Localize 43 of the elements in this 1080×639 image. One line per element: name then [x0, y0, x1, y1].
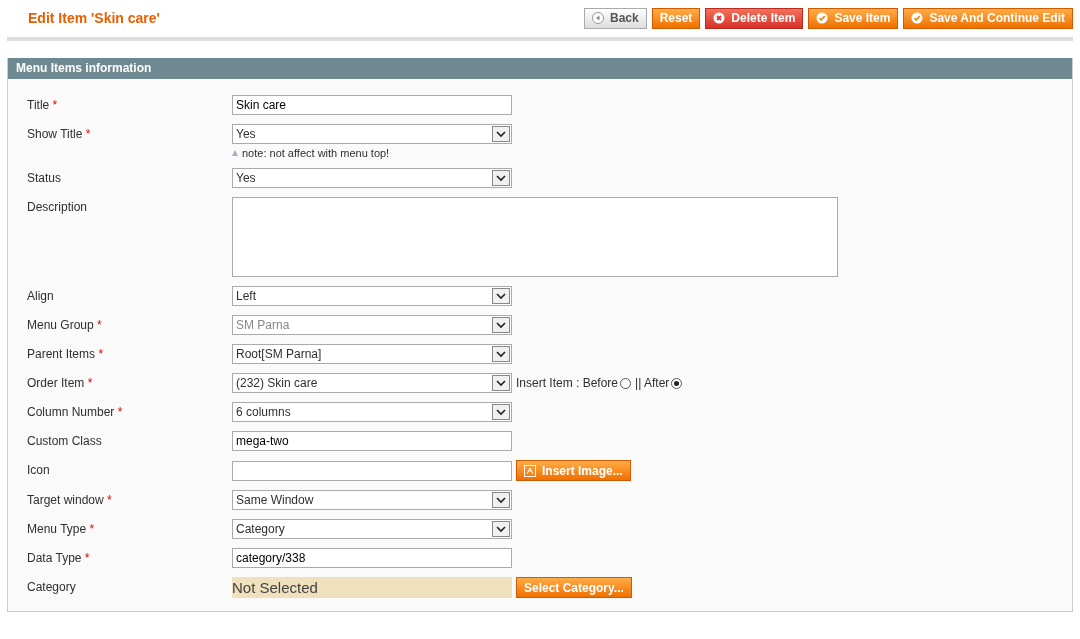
field-label: Menu Group * — [27, 317, 103, 334]
select-field[interactable]: Left — [232, 286, 512, 306]
field-label: Description — [27, 199, 89, 216]
field-label: Title * — [27, 97, 59, 114]
select-field[interactable]: Category — [232, 519, 512, 539]
select-field[interactable]: 6 columns — [232, 402, 512, 422]
image-icon — [524, 464, 536, 477]
page-title: Edit Item 'Skin care' — [28, 10, 160, 26]
check-icon — [911, 12, 924, 24]
field-note: note: not affect with menu top! — [242, 147, 390, 159]
after-label: || After — [635, 376, 670, 390]
field-label: Category — [27, 579, 77, 596]
field-label: Order Item * — [27, 375, 94, 392]
triangle-icon — [232, 150, 238, 156]
field-label: Target window * — [27, 492, 113, 509]
field-label: Column Number * — [27, 404, 124, 421]
close-icon — [713, 12, 726, 24]
field-label: Align — [27, 288, 55, 305]
insert-position-label: Insert Item : Before — [516, 376, 619, 390]
description-field[interactable] — [232, 197, 838, 277]
text-field[interactable]: mega-two — [232, 431, 512, 451]
select-field[interactable]: Yes — [232, 124, 512, 144]
category-value: Not Selected — [232, 577, 512, 598]
text-field[interactable]: category/338 — [232, 548, 512, 568]
field-label: Parent Items * — [27, 346, 105, 363]
select-field[interactable]: Same Window — [232, 490, 512, 510]
select-field[interactable]: Root[SM Parna] — [232, 344, 512, 364]
select-field[interactable]: Yes — [232, 168, 512, 188]
check-icon — [816, 12, 829, 24]
section-header: Menu Items information — [8, 58, 1072, 79]
select-field[interactable]: (232) Skin care — [232, 373, 512, 393]
field-label: Menu Type * — [27, 521, 96, 538]
field-label: Data Type * — [27, 550, 91, 567]
field-label: Custom Class — [27, 433, 103, 450]
radio-button[interactable] — [620, 377, 632, 389]
radio-button[interactable] — [671, 377, 683, 389]
delete-button[interactable]: Delete Item — [705, 7, 804, 29]
text-field[interactable]: Skin care — [232, 95, 512, 115]
icon-field[interactable] — [232, 460, 512, 481]
field-label: Icon — [27, 462, 51, 479]
field-label: Show Title * — [27, 126, 92, 143]
back-button[interactable]: Back — [584, 7, 647, 29]
field-label: Status — [27, 170, 63, 187]
